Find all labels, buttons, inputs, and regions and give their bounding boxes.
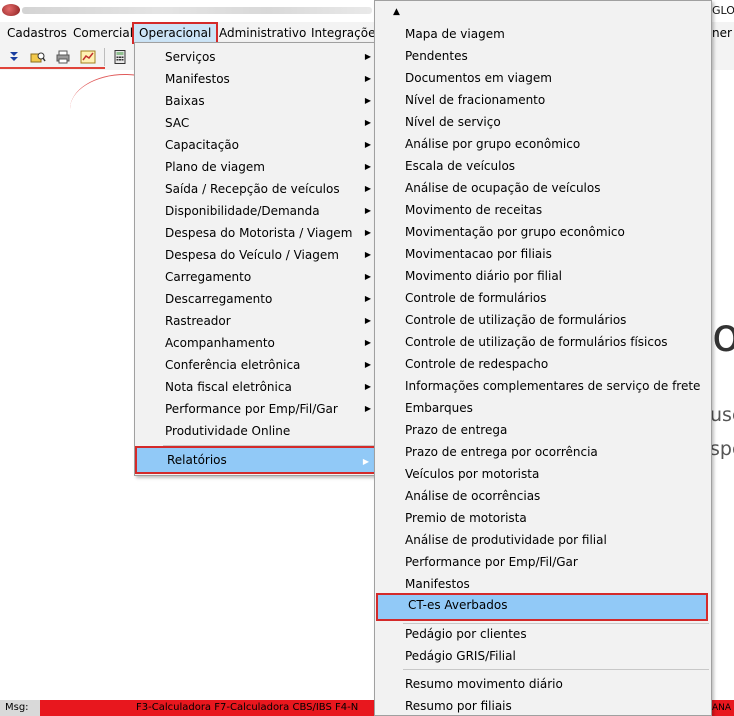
app-logo xyxy=(2,4,20,16)
menu-item-baixas[interactable]: Baixas ▶ xyxy=(135,90,377,112)
submenu-arrow-icon: ▶ xyxy=(364,206,371,215)
menu-item-conferencia-eletronica[interactable]: Conferência eletrônica ▶ xyxy=(135,354,377,376)
report-premio-motorista[interactable]: Premio de motorista xyxy=(375,507,711,529)
menu-separator xyxy=(403,669,709,670)
submenu-arrow-icon: ▶ xyxy=(362,457,369,466)
report-mapa-de-viagem[interactable]: Mapa de viagem xyxy=(375,23,711,45)
menu-item-manifestos[interactable]: Manifestos ▶ xyxy=(135,68,377,90)
submenu-arrow-icon: ▶ xyxy=(364,52,371,61)
report-veiculos-motorista[interactable]: Veículos por motorista xyxy=(375,463,711,485)
menu-item-produtividade-online[interactable]: Produtividade Online xyxy=(135,420,377,442)
report-analise-grupo-economico[interactable]: Análise por grupo econômico xyxy=(375,133,711,155)
submenu-arrow-icon: ▶ xyxy=(364,338,371,347)
menu-item-performance[interactable]: Performance por Emp/Fil/Gar ▶ xyxy=(135,398,377,420)
menu-item-nota-fiscal-eletronica[interactable]: Nota fiscal eletrônica ▶ xyxy=(135,376,377,398)
report-movimentacao-filiais[interactable]: Movimentacao por filiais xyxy=(375,243,711,265)
menu-item-relatorios[interactable]: Relatórios ▶ xyxy=(135,446,377,474)
submenu-arrow-icon: ▶ xyxy=(364,316,371,325)
report-resumo-movimento-diario[interactable]: Resumo movimento diário xyxy=(375,673,711,695)
menu-item-carregamento[interactable]: Carregamento ▶ xyxy=(135,266,377,288)
report-escala-veiculos[interactable]: Escala de veículos xyxy=(375,155,711,177)
submenu-arrow-icon: ▶ xyxy=(364,96,371,105)
report-movimento-diario-filial[interactable]: Movimento diário por filial xyxy=(375,265,711,287)
report-prazo-entrega[interactable]: Prazo de entrega xyxy=(375,419,711,441)
submenu-arrow-icon: ▶ xyxy=(364,74,371,83)
report-embarques[interactable]: Embarques xyxy=(375,397,711,419)
submenu-arrow-icon: ▶ xyxy=(364,360,371,369)
report-pendentes[interactable]: Pendentes xyxy=(375,45,711,67)
menu-item-capacitacao[interactable]: Capacitação ▶ xyxy=(135,134,377,156)
submenu-arrow-icon: ▶ xyxy=(364,272,371,281)
submenu-arrow-icon: ▶ xyxy=(364,228,371,237)
menu-comercial[interactable]: Comercial xyxy=(73,22,133,44)
menu-right-partial[interactable]: ner xyxy=(712,22,732,44)
background-partial-line1: use xyxy=(710,404,734,426)
folder-search-icon[interactable] xyxy=(28,48,48,66)
relatorios-submenu: ▲ Mapa de viagem Pendentes Documentos em… xyxy=(374,0,712,716)
report-resumo-filiais[interactable]: Resumo por filiais xyxy=(375,695,711,716)
operacional-dropdown: Serviços ▶ Manifestos ▶ Baixas ▶ SAC ▶ Capac… xyxy=(134,42,378,476)
report-documentos-em-viagem[interactable]: Documentos em viagem xyxy=(375,67,711,89)
report-analise-produtividade[interactable]: Análise de produtividade por filial xyxy=(375,529,711,551)
status-right-text: ANA xyxy=(712,703,732,713)
calculator-icon[interactable] xyxy=(110,48,130,66)
report-analise-ocupacao[interactable]: Análise de ocupação de veículos xyxy=(375,177,711,199)
menu-integracoes[interactable]: Integrações xyxy=(311,22,382,44)
report-ct-es-averbados[interactable]: CT-es Averbados xyxy=(376,593,708,621)
report-nivel-servico[interactable]: Nível de serviço xyxy=(375,111,711,133)
submenu-arrow-icon: ▶ xyxy=(364,140,371,149)
report-movimento-receitas[interactable]: Movimento de receitas xyxy=(375,199,711,221)
menu-operacional[interactable]: Operacional xyxy=(132,22,219,44)
submenu-arrow-icon: ▶ xyxy=(364,250,371,259)
menu-administrativo[interactable]: Administrativo xyxy=(219,22,306,44)
submenu-arrow-icon: ▶ xyxy=(364,382,371,391)
submenu-arrow-icon: ▶ xyxy=(364,118,371,127)
submenu-arrow-icon: ▶ xyxy=(364,294,371,303)
report-manifestos[interactable]: Manifestos xyxy=(375,573,711,595)
submenu-arrow-icon: ▶ xyxy=(364,184,371,193)
report-pedagio-clientes[interactable]: Pedágio por clientes xyxy=(375,623,711,645)
report-controle-formularios[interactable]: Controle de formulários xyxy=(375,287,711,309)
toolbar-accent-line xyxy=(0,67,105,69)
window-title-blurred xyxy=(22,7,372,14)
menu-item-saida-recepcao[interactable]: Saída / Recepção de veículos ▶ xyxy=(135,178,377,200)
menu-cadastros[interactable]: Cadastros xyxy=(7,22,67,44)
menu-item-descarregamento[interactable]: Descarregamento ▶ xyxy=(135,288,377,310)
report-movimentacao-grupo[interactable]: Movimentação por grupo econômico xyxy=(375,221,711,243)
menu-item-rastreador[interactable]: Rastreador ▶ xyxy=(135,310,377,332)
menu-item-despesa-veiculo[interactable]: Despesa do Veículo / Viagem ▶ xyxy=(135,244,377,266)
title-right-text: GLO xyxy=(712,4,734,17)
menu-item-disponibilidade[interactable]: Disponibilidade/Demanda ▶ xyxy=(135,200,377,222)
report-pedagio-gris[interactable]: Pedágio GRIS/Filial xyxy=(375,645,711,667)
background-partial-title: ol xyxy=(712,308,734,362)
report-controle-utilizacao-fisicos[interactable]: Controle de utilização de formulários fí… xyxy=(375,331,711,353)
report-controle-utilizacao[interactable]: Controle de utilização de formulários xyxy=(375,309,711,331)
report-informacoes-complementares[interactable]: Informações complementares de serviço de… xyxy=(375,375,711,397)
background-partial-line2: spo xyxy=(710,438,734,460)
submenu-arrow-icon: ▶ xyxy=(364,162,371,171)
chart-icon[interactable] xyxy=(78,48,98,66)
report-controle-redespacho[interactable]: Controle de redespacho xyxy=(375,353,711,375)
printer-icon[interactable] xyxy=(53,48,73,66)
scroll-up-icon[interactable]: ▲ xyxy=(393,7,400,17)
report-prazo-entrega-ocorrencia[interactable]: Prazo de entrega por ocorrência xyxy=(375,441,711,463)
menu-item-plano-de-viagem[interactable]: Plano de viagem ▶ xyxy=(135,156,377,178)
double-down-arrow-icon[interactable] xyxy=(4,48,24,66)
report-analise-ocorrencias[interactable]: Análise de ocorrências xyxy=(375,485,711,507)
report-performance[interactable]: Performance por Emp/Fil/Gar xyxy=(375,551,711,573)
menu-item-servicos[interactable]: Serviços ▶ xyxy=(135,46,377,68)
toolbar-separator xyxy=(104,48,105,66)
menu-item-acompanhamento[interactable]: Acompanhamento ▶ xyxy=(135,332,377,354)
submenu-arrow-icon: ▶ xyxy=(364,404,371,413)
status-shortcuts-text: F3-Calculadora F7-Calculadora CBS/IBS F4… xyxy=(136,702,359,713)
report-nivel-fracionamento[interactable]: Nível de fracionamento xyxy=(375,89,711,111)
menu-item-sac[interactable]: SAC ▶ xyxy=(135,112,377,134)
status-msg-label: Msg: xyxy=(0,700,40,716)
menu-item-despesa-motorista[interactable]: Despesa do Motorista / Viagem ▶ xyxy=(135,222,377,244)
